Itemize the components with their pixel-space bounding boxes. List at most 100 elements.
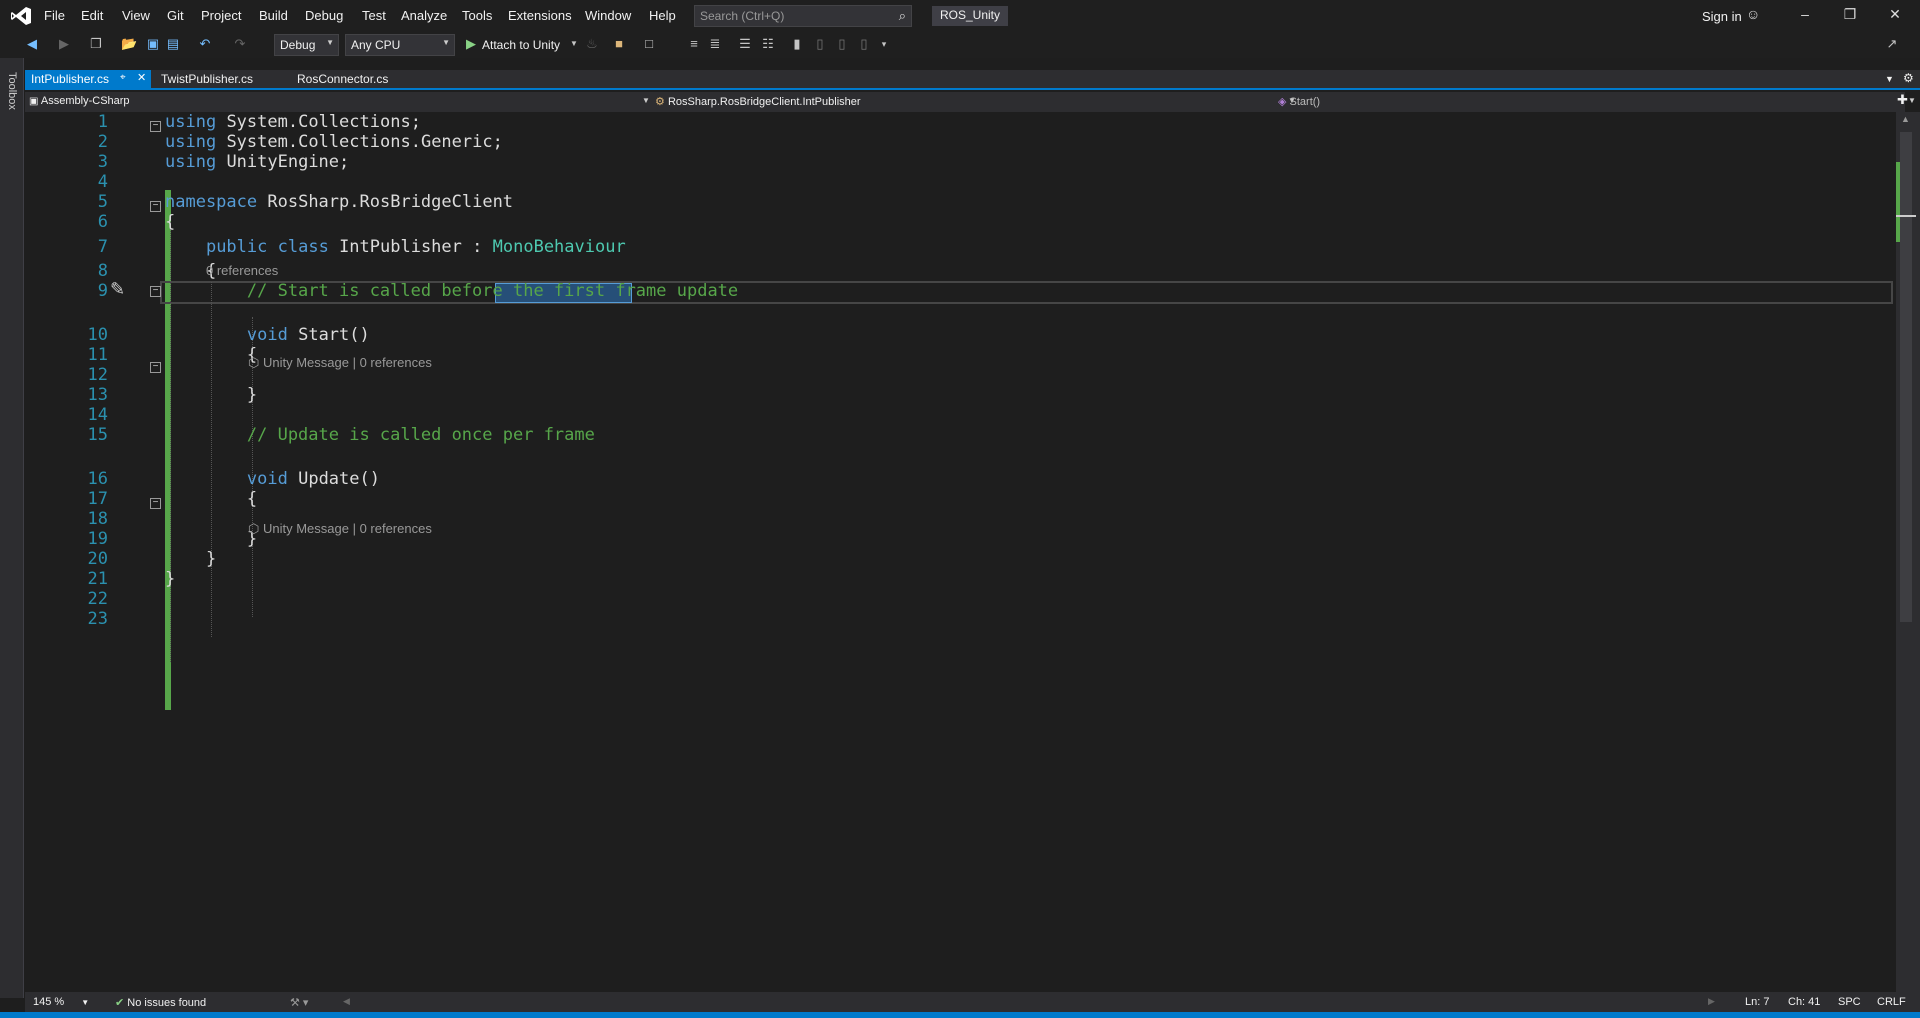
- tab-overflow-icon[interactable]: ▼: [1885, 74, 1894, 84]
- tab-twistpublisher[interactable]: TwistPublisher.cs: [155, 70, 259, 88]
- search-input[interactable]: Search (Ctrl+Q) ⌕: [694, 5, 912, 27]
- sign-in-link[interactable]: Sign in: [1702, 9, 1742, 24]
- vertical-scrollbar[interactable]: ▲: [1896, 112, 1920, 992]
- screenshot-icon[interactable]: □: [641, 36, 657, 52]
- line-number: 1: [97, 112, 108, 132]
- menu-window[interactable]: Window: [585, 8, 631, 23]
- code-line[interactable]: using System.Collections.Generic;: [165, 132, 503, 152]
- menu-build[interactable]: Build: [259, 8, 288, 23]
- menu-tools[interactable]: Tools: [462, 8, 492, 23]
- issues-indicator[interactable]: ✔ No issues found: [115, 996, 206, 1009]
- split-editor-icon[interactable]: ✚: [1897, 92, 1908, 108]
- new-project-icon[interactable]: ❐: [88, 36, 104, 52]
- step-icon[interactable]: ≡: [686, 36, 702, 52]
- tab-rosconnector[interactable]: RosConnector.cs: [291, 70, 394, 88]
- code-line[interactable]: void Start(): [165, 325, 370, 345]
- navigate-forward-icon[interactable]: ▶: [56, 36, 72, 52]
- whitespace-indicator[interactable]: SPC: [1838, 996, 1861, 1008]
- account-icon[interactable]: ☺: [1746, 6, 1760, 22]
- hscroll-right-icon[interactable]: ▶: [1708, 996, 1715, 1007]
- next-bookmark-icon[interactable]: ▯: [834, 36, 850, 52]
- cleanup-icon[interactable]: ⚒ ▾: [290, 996, 308, 1009]
- undo-icon[interactable]: ↶: [197, 36, 213, 52]
- type-dropdown[interactable]: ⚙ RosSharp.RosBridgeClient.IntPublisher …: [655, 95, 1296, 108]
- code-line[interactable]: }: [165, 385, 257, 405]
- line-indicator[interactable]: Ln: 7: [1745, 996, 1769, 1008]
- menu-test[interactable]: Test: [362, 8, 386, 23]
- toolbox-strip[interactable]: Toolbox: [0, 58, 24, 998]
- menu-debug[interactable]: Debug: [305, 8, 343, 23]
- code-line[interactable]: }: [165, 569, 175, 589]
- outdent-icon[interactable]: ☰: [737, 36, 753, 52]
- code-line[interactable]: {: [165, 489, 257, 509]
- line-ending-indicator[interactable]: CRLF: [1877, 996, 1906, 1008]
- code-line[interactable]: namespace RosSharp.RosBridgeClient: [165, 192, 513, 212]
- clear-bookmarks-icon[interactable]: ▯: [856, 36, 872, 52]
- codelens-update[interactable]: ⬡ Unity Message | 0 references: [248, 521, 432, 537]
- prev-bookmark-icon[interactable]: ▯: [812, 36, 828, 52]
- close-icon[interactable]: ✕: [137, 71, 146, 84]
- code-editor[interactable]: 1 2 3 4 5 6 7 8 9 10 11 12 13 14 15 16 17 18 19 20 21 22 23 − …: [25, 112, 1895, 992]
- hot-reload-icon[interactable]: ♨: [584, 36, 600, 52]
- step-over-icon[interactable]: ≣: [707, 36, 723, 52]
- codelens-class-references[interactable]: 0 references: [206, 263, 278, 278]
- member-dropdown[interactable]: ◈ Start() ▼: [1278, 95, 1916, 108]
- zoom-select[interactable]: 145 % ▼: [33, 996, 89, 1008]
- code-line[interactable]: {: [165, 345, 257, 365]
- menu-file[interactable]: File: [44, 8, 65, 23]
- navigate-back-icon[interactable]: ◀: [24, 36, 40, 52]
- codelens-start[interactable]: ⬡ Unity Message | 0 references: [248, 355, 432, 371]
- save-icon[interactable]: ▣: [145, 36, 161, 52]
- gear-icon[interactable]: ⚙: [1903, 71, 1914, 85]
- solution-config-select[interactable]: Debug ▼: [274, 34, 339, 56]
- menu-git[interactable]: Git: [167, 8, 184, 23]
- close-button[interactable]: ✕: [1885, 6, 1905, 23]
- code-line[interactable]: using UnityEngine;: [165, 152, 349, 172]
- folder-icon[interactable]: ■: [611, 36, 627, 52]
- play-icon[interactable]: ▶: [463, 36, 479, 52]
- live-share-icon[interactable]: ↗: [1884, 36, 1900, 52]
- bookmark-icon[interactable]: ▮: [789, 36, 805, 52]
- hscroll-left-icon[interactable]: ◀: [343, 996, 350, 1007]
- pin-icon[interactable]: ⌖: [120, 72, 126, 83]
- attach-dropdown-icon[interactable]: ▼: [566, 36, 582, 52]
- window-bottom-bar: [0, 1012, 1920, 1018]
- code-line[interactable]: // Update is called once per frame: [165, 425, 595, 445]
- code-line[interactable]: }: [165, 529, 257, 549]
- vs-logo-icon[interactable]: [10, 6, 32, 26]
- code-line[interactable]: void Update(): [165, 469, 380, 489]
- menu-extensions[interactable]: Extensions: [508, 8, 572, 23]
- scroll-up-icon[interactable]: ▲: [1901, 114, 1910, 124]
- save-all-icon[interactable]: ▤: [165, 36, 181, 52]
- menu-edit[interactable]: Edit: [81, 8, 103, 23]
- collapse-icon[interactable]: −: [150, 201, 161, 212]
- code-line[interactable]: }: [165, 549, 216, 569]
- collapse-icon[interactable]: −: [150, 121, 161, 132]
- menu-analyze[interactable]: Analyze: [401, 8, 447, 23]
- collapse-icon[interactable]: −: [150, 362, 161, 373]
- indent-icon[interactable]: ☷: [760, 36, 776, 52]
- open-file-icon[interactable]: 📂: [121, 36, 137, 52]
- tab-intpublisher[interactable]: IntPublisher.cs ⌖ ✕: [25, 70, 151, 88]
- code-line[interactable]: // Start is called before the first fram…: [165, 281, 738, 301]
- project-dropdown[interactable]: ▣ Assembly-CSharp ▼: [29, 95, 650, 107]
- minimize-button[interactable]: –: [1795, 6, 1815, 22]
- scrollbar-thumb[interactable]: [1900, 132, 1912, 622]
- code-line[interactable]: using System.Collections;: [165, 112, 421, 132]
- collapse-icon[interactable]: −: [150, 286, 161, 297]
- redo-icon[interactable]: ↷: [232, 36, 248, 52]
- attach-to-unity-button[interactable]: Attach to Unity: [482, 38, 560, 52]
- toolbar-options-icon[interactable]: ▾: [876, 36, 892, 52]
- code-line[interactable]: public class IntPublisher : MonoBehaviou…: [165, 237, 626, 257]
- restore-button[interactable]: ❐: [1840, 6, 1860, 23]
- menu-help[interactable]: Help: [649, 8, 676, 23]
- platform-select[interactable]: Any CPU ▼: [345, 34, 455, 56]
- quick-actions-icon[interactable]: ✎: [110, 279, 125, 300]
- menu-project[interactable]: Project: [201, 8, 241, 23]
- code-line[interactable]: {: [165, 212, 175, 232]
- menu-view[interactable]: View: [122, 8, 150, 23]
- collapse-icon[interactable]: −: [150, 498, 161, 509]
- column-indicator[interactable]: Ch: 41: [1788, 996, 1820, 1008]
- toolbox-label[interactable]: Toolbox: [6, 72, 18, 110]
